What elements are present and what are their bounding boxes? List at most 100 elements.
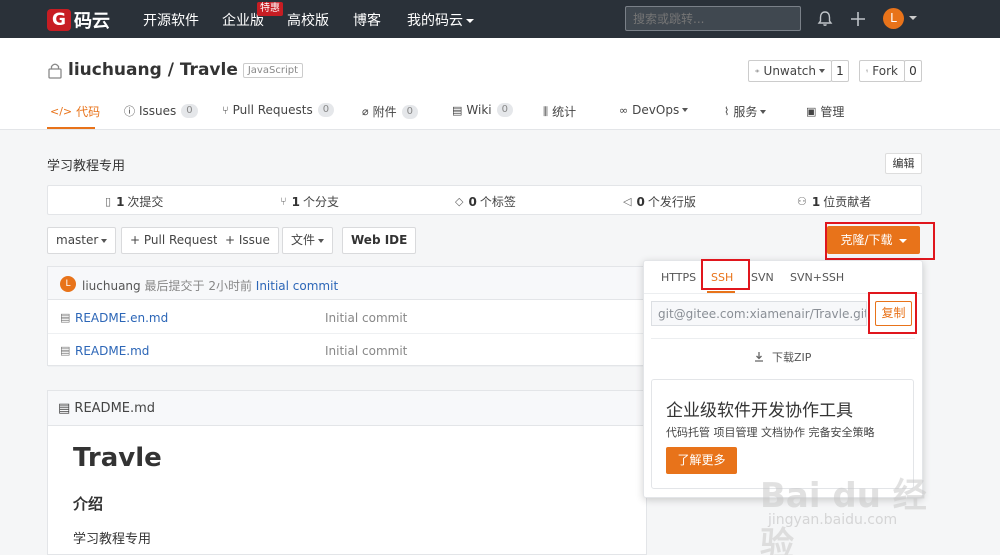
stat-branches[interactable]: ⑂ 1 个分支: [280, 193, 339, 210]
file-commit-message[interactable]: Initial commit: [325, 311, 407, 325]
file-commit-message[interactable]: Initial commit: [325, 344, 407, 358]
watch-count[interactable]: 1: [831, 60, 849, 82]
tab-code[interactable]: </> 代码: [50, 103, 100, 120]
highlight-box-copy: [868, 292, 917, 334]
download-zip-link[interactable]: 下载ZIP: [754, 349, 811, 365]
hot-badge: 特惠: [257, 2, 283, 16]
stat-commits[interactable]: ▯ 1 次提交: [105, 193, 163, 210]
paperclip-icon: ⌀: [362, 105, 369, 118]
fork-icon: [866, 69, 869, 73]
promo-subtitle: 代码托管 项目管理 文档协作 完备安全策略: [666, 426, 875, 439]
tab-devops-label: DevOps: [632, 103, 680, 117]
infinity-icon: ∞: [619, 103, 629, 117]
tab-statistics-label: 统计: [552, 105, 577, 119]
nav-campus[interactable]: 高校版: [287, 10, 329, 30]
new-pull-request-button[interactable]: + Pull Request: [121, 227, 227, 254]
avatar-chevron-down-icon[interactable]: [909, 16, 917, 20]
commit-meta: 最后提交于 2小时前: [144, 279, 252, 293]
readme-header-text: ▤ README.md: [58, 401, 155, 416]
file-name[interactable]: README.en.md: [75, 311, 168, 325]
file-icon: ▤: [60, 344, 71, 357]
readme-paragraph: 学习教程专用: [73, 532, 152, 547]
file-row[interactable]: ▤ README.md Initial commit: [48, 334, 646, 367]
tab-pr-label: Pull Requests: [232, 103, 313, 117]
clone-tab-https[interactable]: HTTPS: [661, 271, 696, 284]
web-ide-button[interactable]: Web IDE: [342, 227, 417, 254]
learn-more-button[interactable]: 了解更多: [666, 447, 737, 474]
stat-tags-num: 0: [468, 194, 477, 209]
unwatch-label: Unwatch: [763, 64, 816, 78]
file-row[interactable]: ▤ README.en.md Initial commit: [48, 301, 646, 334]
chevron-down-icon: [682, 108, 689, 112]
stat-releases[interactable]: ◁ 0 个发行版: [623, 193, 696, 210]
commit-icon: ▯: [105, 195, 112, 208]
language-tag[interactable]: JavaScript: [242, 62, 303, 78]
clone-tab-svn-ssh[interactable]: SVN+SSH: [790, 271, 844, 284]
release-icon: ◁: [623, 195, 632, 208]
tab-pull-requests[interactable]: ⑂ Pull Requests 0: [222, 103, 335, 117]
lock-icon: [48, 63, 62, 79]
repo-name[interactable]: liuchuang / Travle: [68, 60, 238, 80]
bar-chart-icon: ⫼: [543, 104, 549, 118]
fork-button[interactable]: Fork: [859, 60, 905, 82]
file-menu-button[interactable]: 文件: [282, 227, 334, 254]
tab-wiki-count: 0: [496, 103, 513, 117]
pull-request-icon: ⑂: [222, 103, 229, 117]
tab-services[interactable]: ⌇ 服务: [724, 103, 767, 120]
edit-description-button[interactable]: 编辑: [885, 153, 922, 174]
top-navbar: G 码云 开源软件 企业版 特惠 高校版 博客 我的码云 L: [0, 0, 1000, 38]
readme-title: Travle: [73, 443, 162, 473]
readme-panel: ▤ README.md Travle 介绍 学习教程专用: [47, 390, 647, 555]
tab-manage[interactable]: ▣ 管理: [806, 103, 844, 120]
bell-icon[interactable]: [815, 9, 835, 29]
stat-tags[interactable]: ◇ 0 个标签: [455, 193, 516, 210]
promo-title: 企业级软件开发协作工具: [666, 401, 853, 421]
eye-icon: [755, 69, 760, 73]
search-input[interactable]: [625, 6, 801, 31]
tab-issues[interactable]: ⓘ Issues 0: [124, 103, 198, 119]
commit-text: liuchuang 最后提交于 2小时前 Initial commit: [82, 277, 338, 294]
repo-title: liuchuang / Travle JavaScript: [47, 60, 303, 80]
chevron-down-icon: [318, 238, 325, 243]
branch-select[interactable]: master: [47, 227, 117, 254]
stat-contributors-label: 位贡献者: [823, 195, 872, 209]
logo-text: 码云: [74, 11, 110, 32]
stat-tags-label: 个标签: [479, 195, 516, 209]
commit-avatar[interactable]: L: [60, 276, 76, 292]
plus-icon[interactable]: [848, 9, 868, 29]
nav-my-gitee[interactable]: 我的码云: [407, 10, 474, 30]
tab-devops[interactable]: ∞ DevOps: [619, 103, 689, 117]
commit-message[interactable]: Initial commit: [256, 279, 338, 293]
tab-attachments[interactable]: ⌀ 附件 0: [362, 103, 419, 120]
divider: [651, 338, 915, 339]
nav-blog[interactable]: 博客: [353, 10, 381, 30]
unwatch-button[interactable]: Unwatch: [748, 60, 832, 82]
stat-contributors[interactable]: ⚇ 1 位贡献者: [797, 193, 871, 210]
branch-icon: ⑂: [280, 195, 287, 208]
file-icon: ▤: [60, 311, 71, 324]
settings-doc-icon: ▣: [806, 105, 817, 118]
fork-count[interactable]: 0: [904, 60, 922, 82]
chevron-down-icon: [819, 69, 825, 73]
highlight-box-clone: [825, 222, 935, 260]
gitee-logo[interactable]: G 码云: [47, 7, 110, 33]
commit-user[interactable]: liuchuang: [82, 279, 141, 293]
file-name[interactable]: README.md: [75, 344, 149, 358]
readme-header: ▤ README.md: [48, 391, 646, 426]
clone-tab-svn[interactable]: SVN: [751, 271, 774, 284]
book-icon: ▤: [452, 103, 463, 117]
branch-select-label: master: [56, 233, 99, 247]
code-icon: </>: [50, 105, 73, 118]
fork-label: Fork: [872, 64, 898, 78]
stat-contributors-num: 1: [811, 194, 821, 209]
tag-icon: ◇: [455, 195, 464, 208]
file-list-panel: L liuchuang 最后提交于 2小时前 Initial commit ▤ …: [47, 266, 647, 367]
tab-wiki[interactable]: ▤ Wiki 0: [452, 103, 513, 117]
nav-open-source[interactable]: 开源软件: [143, 10, 199, 30]
readme-filename: README.md: [74, 401, 156, 416]
user-avatar[interactable]: L: [883, 8, 904, 29]
logo-mark-icon: G: [47, 9, 71, 31]
clone-url-field[interactable]: [651, 301, 867, 326]
tab-statistics[interactable]: ⫼ 统计: [543, 103, 576, 120]
new-issue-button[interactable]: + Issue: [217, 227, 279, 254]
